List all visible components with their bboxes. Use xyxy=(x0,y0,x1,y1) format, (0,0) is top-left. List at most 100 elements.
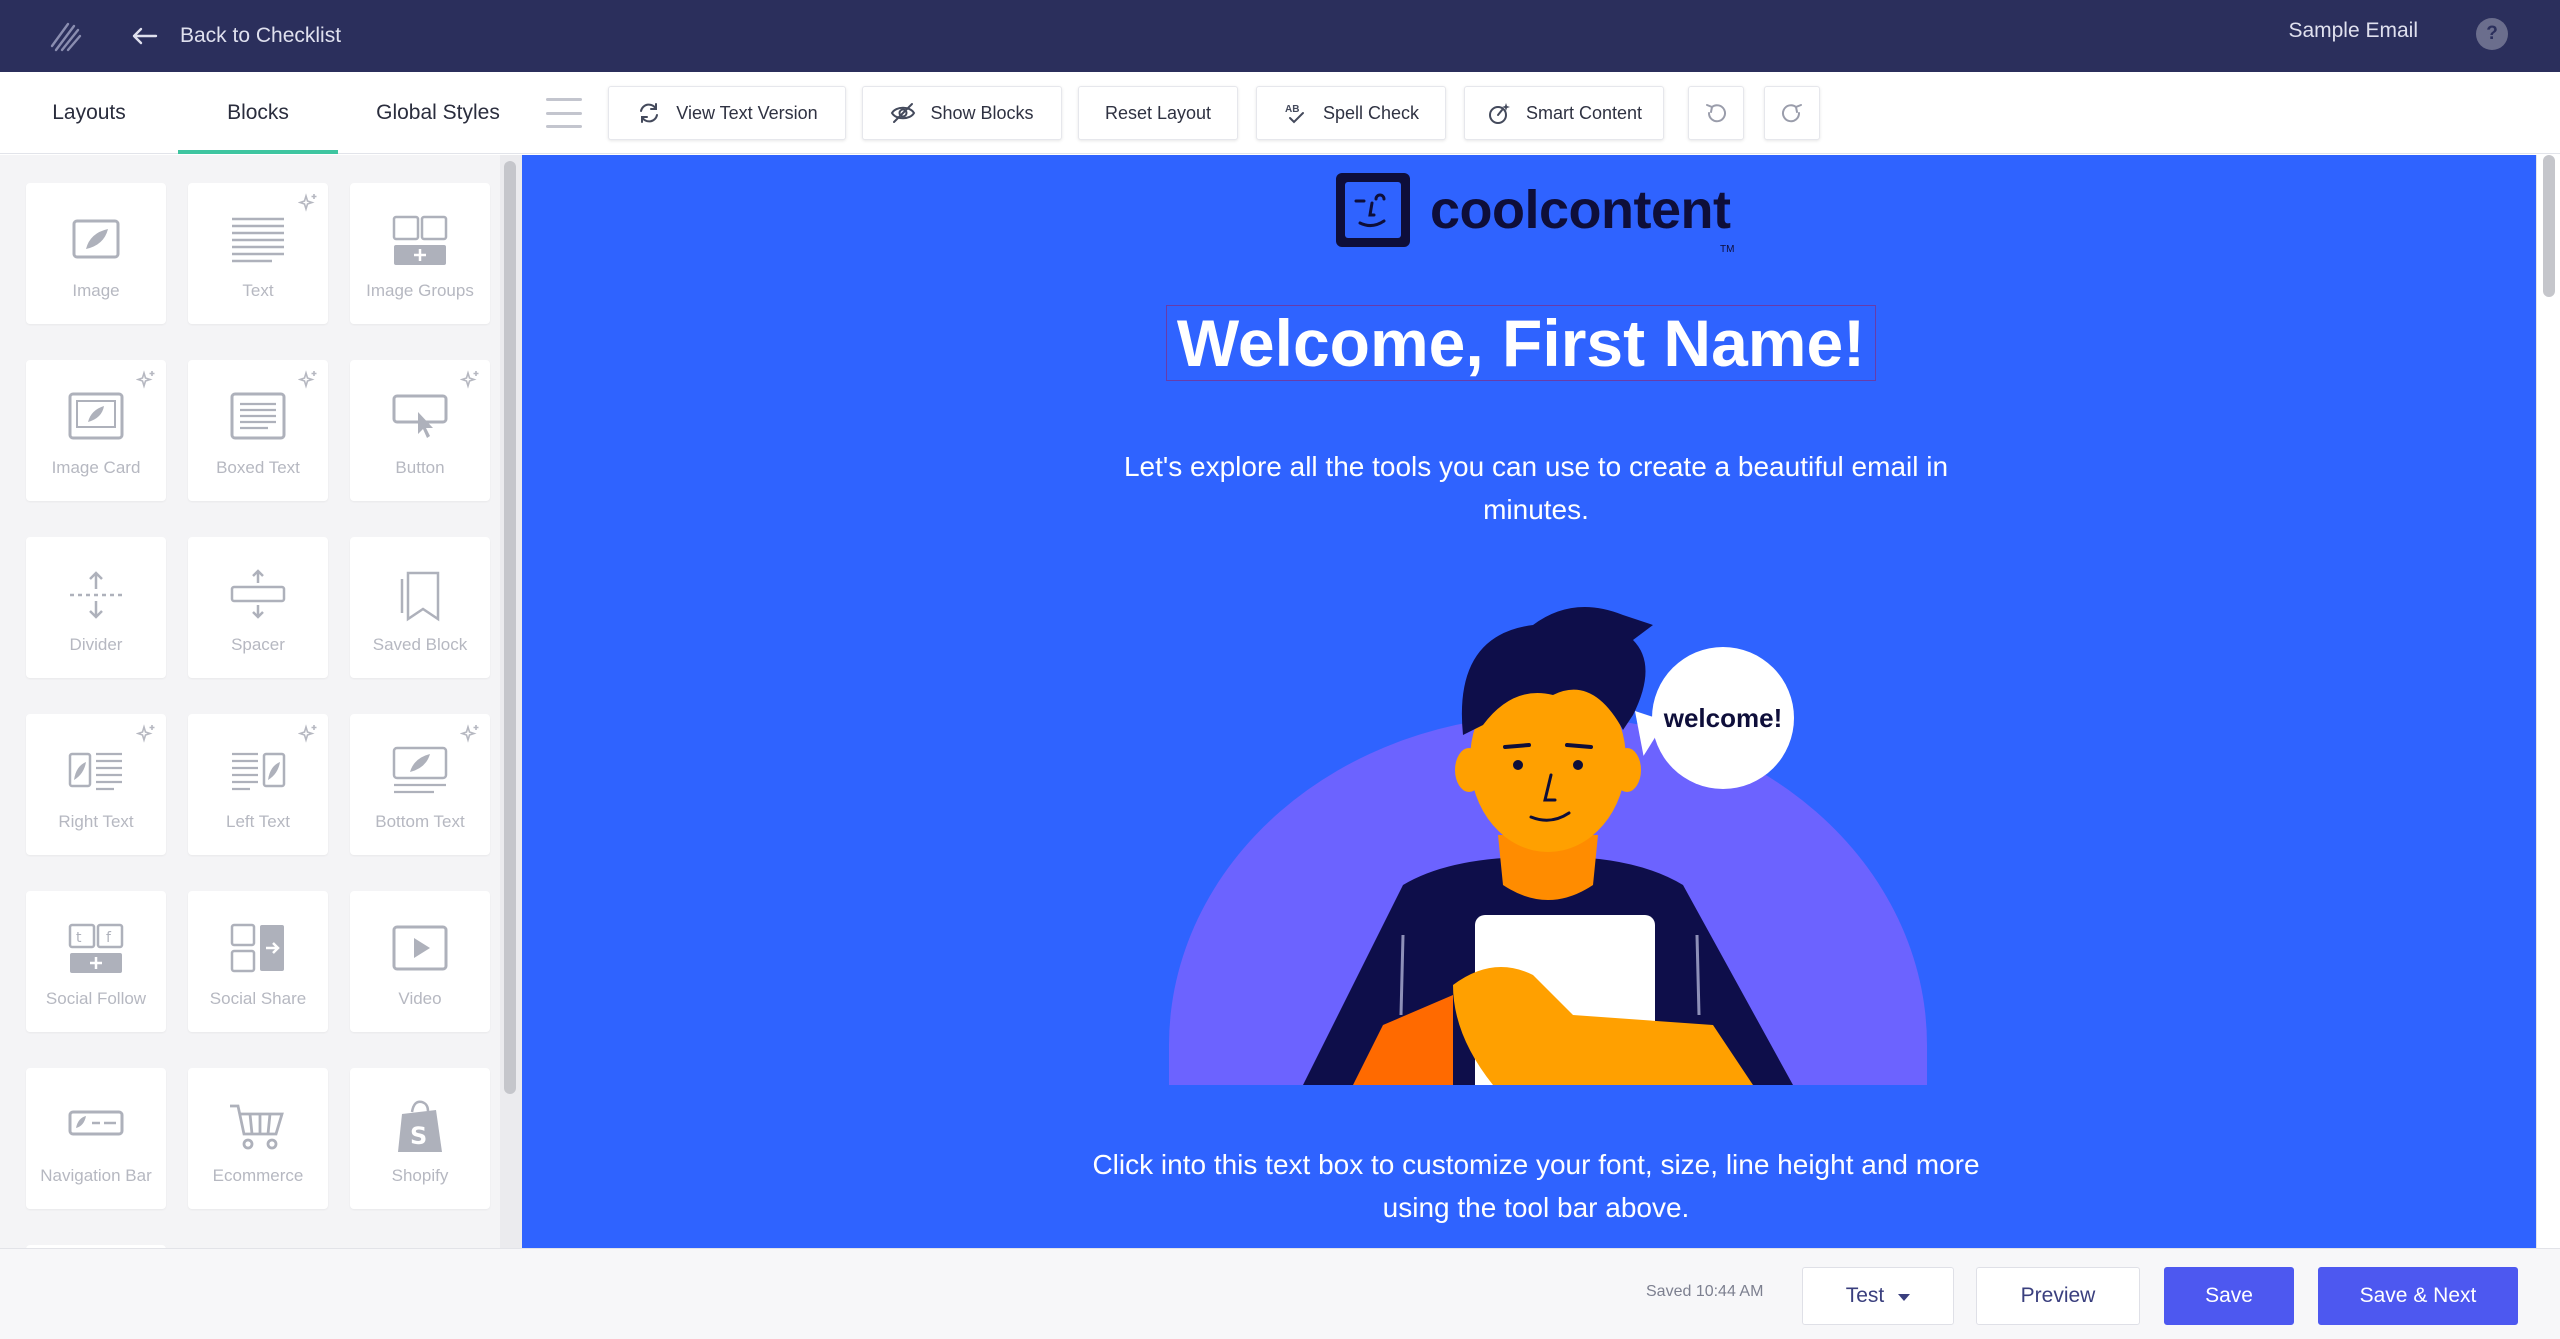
arrow-left-icon xyxy=(132,27,158,45)
app-logo-icon[interactable] xyxy=(46,16,86,56)
video-icon xyxy=(392,925,448,971)
smart-content-label: Smart Content xyxy=(1525,102,1643,123)
block-tile-divider[interactable]: Divider xyxy=(26,537,166,678)
social-share-icon xyxy=(230,923,284,973)
block-tile-bottom-text[interactable]: Bottom Text xyxy=(350,714,490,855)
test-dropdown-button[interactable]: Test xyxy=(1802,1267,1954,1325)
top-navigation-bar: Back to Checklist Sample Email ? xyxy=(0,0,2560,72)
block-tile-spacer[interactable]: Spacer xyxy=(188,537,328,678)
block-label: Left Text xyxy=(226,812,290,831)
block-tile-social-share[interactable]: Social Share xyxy=(188,891,328,1032)
panel-tabs: Layouts Blocks Global Styles xyxy=(0,72,538,154)
blocks-panel-scroll-thumb[interactable] xyxy=(504,161,516,1094)
block-label: Ecommerce xyxy=(212,1166,304,1185)
show-blocks-button[interactable]: Show Blocks xyxy=(862,86,1062,140)
block-tile-image-groups[interactable]: Image Groups xyxy=(350,183,490,324)
block-tile-text[interactable]: Text xyxy=(188,183,328,324)
menu-icon[interactable] xyxy=(546,98,582,128)
email-intro-text[interactable]: Let's explore all the tools you can use … xyxy=(1122,445,1950,531)
save-and-next-button[interactable]: Save & Next xyxy=(2318,1267,2518,1325)
block-tile-image[interactable]: Image xyxy=(26,183,166,324)
editor-toolbar: Layouts Blocks Global Styles View Text V… xyxy=(0,72,2560,154)
coolcontent-face-icon xyxy=(1336,173,1410,247)
image-card-icon xyxy=(68,392,124,440)
svg-text:S: S xyxy=(410,1122,427,1150)
block-tile-social-follow[interactable]: t f Social Follow xyxy=(26,891,166,1032)
tab-blocks[interactable]: Blocks xyxy=(178,72,338,154)
redo-button[interactable] xyxy=(1764,86,1820,140)
smart-content-button[interactable]: Smart Content xyxy=(1464,86,1664,140)
block-label: Shopify xyxy=(391,1166,449,1185)
canvas-scrollbar[interactable] xyxy=(2536,155,2560,1248)
tab-layouts-label: Layouts xyxy=(52,101,126,124)
blocks-grid: Image Text Image Groups Image Card Boxed Tex… xyxy=(26,183,490,1248)
canvas-scroll-thumb[interactable] xyxy=(2543,155,2555,297)
svg-text:AB: AB xyxy=(1285,104,1299,115)
block-tile-ecommerce[interactable]: Ecommerce xyxy=(188,1068,328,1209)
boxed-text-icon xyxy=(230,392,286,440)
saved-block-icon xyxy=(400,571,440,622)
left-text-icon xyxy=(232,752,286,791)
brand-logo[interactable]: coolcontent TM xyxy=(1334,171,1735,255)
refresh-icon xyxy=(640,103,659,123)
block-tile-shopify[interactable]: S Shopify xyxy=(350,1068,490,1209)
spell-check-icon: AB xyxy=(1285,104,1304,124)
sparkle-icon xyxy=(460,724,479,743)
navigation-bar-icon xyxy=(68,1110,124,1136)
svg-text:f: f xyxy=(106,930,112,946)
block-label: Image Groups xyxy=(366,281,474,300)
sparkle-icon xyxy=(298,724,317,743)
undo-button[interactable] xyxy=(1688,86,1744,140)
block-label: Video xyxy=(398,989,442,1008)
social-follow-icon: tf xyxy=(68,923,124,973)
reset-layout-button[interactable]: Reset Layout xyxy=(1078,86,1238,140)
caret-down-icon xyxy=(1898,1294,1911,1301)
block-label: Text xyxy=(242,281,274,300)
sparkle-icon xyxy=(460,370,479,389)
sparkle-icon xyxy=(136,370,155,389)
sparkle-icon xyxy=(298,370,317,389)
block-tile-button[interactable]: Button xyxy=(350,360,490,501)
save-label: Save xyxy=(2205,1284,2253,1307)
block-label: Image xyxy=(72,281,120,300)
sparkle-icon xyxy=(298,193,317,212)
block-label: Boxed Text xyxy=(216,458,300,477)
block-label: Image Card xyxy=(51,458,141,477)
welcome-illustration[interactable] xyxy=(1153,555,1943,1085)
email-headline[interactable]: Welcome, First Name! xyxy=(1166,305,1876,381)
block-tile-left-text[interactable]: Left Text xyxy=(188,714,328,855)
save-button[interactable]: Save xyxy=(2164,1267,2294,1325)
spell-check-button[interactable]: AB Spell Check xyxy=(1256,86,1446,140)
block-tile-navigation-bar[interactable]: Navigation Bar xyxy=(26,1068,166,1209)
email-body-text[interactable]: Click into this text box to customize yo… xyxy=(1092,1143,1980,1229)
shopify-icon: S xyxy=(398,1100,442,1152)
preview-button[interactable]: Preview xyxy=(1976,1267,2140,1325)
undo-icon xyxy=(1706,104,1726,123)
saved-status: Saved 10:44 AM xyxy=(1646,1283,1764,1300)
back-to-checklist-link[interactable]: Back to Checklist xyxy=(130,16,341,56)
block-tile-right-text[interactable]: Right Text xyxy=(26,714,166,855)
image-icon xyxy=(72,219,120,259)
speech-bubble: welcome! xyxy=(1652,647,1794,789)
view-text-version-button[interactable]: View Text Version xyxy=(608,86,846,140)
tab-global-styles[interactable]: Global Styles xyxy=(338,72,538,154)
block-label: Navigation Bar xyxy=(40,1166,152,1185)
tab-layouts[interactable]: Layouts xyxy=(0,72,178,154)
sparkle-icon xyxy=(136,724,155,743)
block-label: Divider xyxy=(69,635,123,654)
help-icon[interactable]: ? xyxy=(2476,18,2508,50)
smart-content-icon xyxy=(1488,103,1510,124)
block-tile-saved-block[interactable]: Saved Block xyxy=(350,537,490,678)
block-label: Bottom Text xyxy=(375,812,465,831)
editor-footer: Saved 10:44 AM Test Preview Save Save & … xyxy=(0,1248,2560,1339)
email-canvas[interactable]: coolcontent TM Welcome, First Name! Let'… xyxy=(522,155,2536,1248)
blocks-panel-scrollbar[interactable] xyxy=(500,155,522,1248)
block-tile-boxed-text[interactable]: Boxed Text xyxy=(188,360,328,501)
block-label: Right Text xyxy=(58,812,134,831)
block-tile-image-card[interactable]: Image Card xyxy=(26,360,166,501)
block-tile-video[interactable]: Video xyxy=(350,891,490,1032)
show-blocks-label: Show Blocks xyxy=(930,102,1034,123)
svg-text:t: t xyxy=(76,930,82,946)
redo-icon xyxy=(1782,104,1802,123)
right-text-icon xyxy=(68,752,122,791)
